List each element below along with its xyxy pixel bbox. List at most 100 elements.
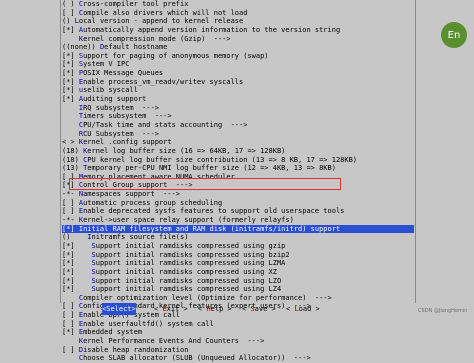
menu-item-label: upport for paging of anonymous memory (s…: [83, 51, 269, 60]
menu-item-state: [ ]: [62, 345, 79, 354]
menu-item-state: [*]: [62, 259, 92, 268]
menu-item-label: efault hostname: [104, 43, 168, 52]
menu-item-state: -*-: [62, 216, 79, 225]
menu-left-border: [60, 0, 61, 303]
menu-item-label: emporary per-CPU NMI log buffer size (12…: [87, 164, 336, 173]
menu-item[interactable]: CPU/Task time and stats accounting --->: [62, 121, 414, 130]
menu-item[interactable]: -*- Namespaces support --->: [62, 190, 414, 199]
menu-item[interactable]: [*] uselib syscall: [62, 86, 414, 95]
menu-item-label: utomatic process group scheduling: [83, 198, 223, 207]
menu-item-label: imers subsystem --->: [83, 112, 172, 121]
menu-item[interactable]: -*- Kernel->user space relay support (fo…: [62, 216, 414, 225]
menu-item-label: upport initial ramdisks compressed using…: [95, 250, 290, 259]
menu-item[interactable]: [ ] Automatic process group scheduling: [62, 199, 414, 208]
menu-item-label: upport initial ramdisks compressed using…: [95, 267, 277, 276]
menu-item[interactable]: [ ] Compile also drivers which will not …: [62, 9, 414, 18]
menu-item-state: [*]: [62, 267, 92, 276]
menu-item[interactable]: [*] Support initial ramdisks compressed …: [62, 268, 414, 277]
menu-item[interactable]: [*] Support initial ramdisks compressed …: [62, 277, 414, 286]
button-exit[interactable]: < Exit >: [154, 303, 188, 315]
menu-item-state: (13): [62, 164, 84, 173]
language-badge[interactable]: En: [441, 22, 467, 48]
menu-item-state: [62, 130, 79, 138]
menu-item[interactable]: Compiler optimization level (Optimize fo…: [62, 294, 414, 303]
menu-item-label: amespaces support --->: [83, 190, 181, 199]
menu-item[interactable]: Kernel compression mode (Gzip) --->: [62, 35, 414, 44]
menu-item-state: [*]: [62, 276, 92, 285]
menu-item-label: OSIX Message Queues: [83, 69, 164, 78]
menu-item[interactable]: Kernel Performance Events And Counters -…: [62, 337, 414, 346]
menu-item-state: [ ]: [62, 198, 79, 207]
menu-item[interactable]: < > Kernel .config support: [62, 138, 414, 147]
button-save[interactable]: < Save >: [242, 303, 276, 315]
watermark: CSDN @JiangHemin: [418, 308, 468, 314]
menu-item[interactable]: () Local version - append to kernel rele…: [62, 17, 414, 26]
menu-item[interactable]: [*] Support initial ramdisks compressed …: [62, 285, 414, 294]
menu-item-state: [ ]: [62, 207, 79, 216]
menu-item-label: upport initial ramdisks compressed using…: [95, 259, 286, 268]
menu-item-state: [62, 294, 79, 302]
menu-item-label: ompile also drivers which will not load: [83, 8, 248, 17]
menu-item-label: ernel .config support: [83, 138, 172, 147]
menu-item[interactable]: IRQ subsystem --->: [62, 104, 414, 113]
button-label: oad >: [298, 305, 320, 313]
menu-item-label: ernel Performance Events And Counters --…: [83, 336, 265, 345]
menu-item-state: [62, 354, 79, 362]
menu-item-state: [62, 121, 79, 129]
menu-item[interactable]: [*] Embedded system: [62, 328, 414, 337]
menu-item-label: nable process_vm_readv/writev syscalls: [83, 77, 244, 86]
menu-item-label: ernel->user space relay support (formerl…: [83, 216, 294, 225]
menu-item[interactable]: [*] System V IPC: [62, 60, 414, 69]
menu-item-state: [62, 337, 79, 345]
menu-item-label: ross-compiler tool prefix: [83, 0, 189, 8]
menu-item[interactable]: [*] Support initial ramdisks compressed …: [62, 259, 414, 268]
button-select[interactable]: <Select>: [102, 303, 136, 315]
menu-item[interactable]: [ ] Enable deprecated sysfs features to …: [62, 207, 414, 216]
menu-item-label: nitial RAM filesystem and RAM disk (init…: [83, 224, 341, 233]
button-load[interactable]: < Load >: [286, 303, 320, 315]
menu-item-label: utomatically append version information …: [83, 25, 341, 34]
menu-item-label: ocal version - append to kernel release: [78, 17, 244, 26]
menu-item-state: [62, 104, 79, 112]
menu-item-selected[interactable]: [*] Initial RAM filesystem and RAM disk …: [62, 224, 414, 234]
menu-item-state: (18): [62, 155, 84, 164]
menu-item[interactable]: (18) CPU kernel log buffer size contribu…: [62, 156, 414, 165]
menu-item-state: [ ]: [62, 319, 79, 328]
menu-item[interactable]: (13) Temporary per-CPU NMI log buffer si…: [62, 164, 414, 173]
menu-item[interactable]: [*] Enable process_vm_readv/writev sysca…: [62, 78, 414, 87]
menu-item[interactable]: (18) Kernel log buffer size (16 => 64KB,…: [62, 147, 414, 156]
menu-item-state: [*]: [62, 25, 79, 34]
menu-item[interactable]: ( ) Cross-compiler tool prefix: [62, 0, 414, 9]
menu-right-border: [415, 0, 416, 303]
menu-item-state: ((none)): [62, 43, 100, 52]
menu-item-label: ernel compression mode (Gzip) --->: [83, 34, 231, 43]
menu-item-state: [*]: [62, 328, 79, 337]
menu-item-state: [*]: [62, 241, 92, 250]
menu-item-state: [*]: [62, 51, 79, 60]
menu-item[interactable]: () Initramfs source file(s): [62, 233, 414, 242]
menu-item[interactable]: RCU Subsystem --->: [62, 130, 414, 139]
menu-item-state: [*]: [62, 69, 79, 78]
menu-item[interactable]: [ ] Disable heap randomization: [62, 346, 414, 355]
menu-item[interactable]: Choose SLAB allocator (SLUB (Unqueued Al…: [62, 354, 414, 363]
menu-item[interactable]: [*] POSIX Message Queues: [62, 69, 414, 78]
button-help[interactable]: < Help >: [198, 303, 232, 315]
menu-item-label: nable deprecated sysfs features to suppo…: [83, 207, 345, 216]
menu-item[interactable]: Timers subsystem --->: [62, 112, 414, 121]
menu-item-state: (18): [62, 146, 84, 155]
menu-item[interactable]: [ ] Enable userfaultfd() system call: [62, 320, 414, 329]
menu-item-label: nable userfaultfd() system call: [83, 319, 214, 328]
menu-item-label: PU kernel log buffer size contribution (…: [87, 155, 358, 164]
button-label: elp >: [210, 305, 232, 313]
menu-item-state: [*]: [62, 60, 79, 69]
menu-item-state: -*-: [62, 190, 79, 199]
button-label: ave >: [254, 305, 276, 313]
menu-item[interactable]: [*] Support for paging of anonymous memo…: [62, 52, 414, 61]
menu-item[interactable]: [*] Auditing support: [62, 95, 414, 104]
menuconfig-window: ( ) Cross-compiler tool prefix[ ] Compil…: [0, 0, 474, 362]
menu-item[interactable]: [*] Support initial ramdisks compressed …: [62, 251, 414, 260]
menu-item[interactable]: ((none)) Default hostname: [62, 43, 414, 52]
menu-item-state: [62, 35, 79, 43]
menu-item[interactable]: [*] Support initial ramdisks compressed …: [62, 242, 414, 251]
menu-item[interactable]: [*] Automatically append version informa…: [62, 26, 414, 35]
